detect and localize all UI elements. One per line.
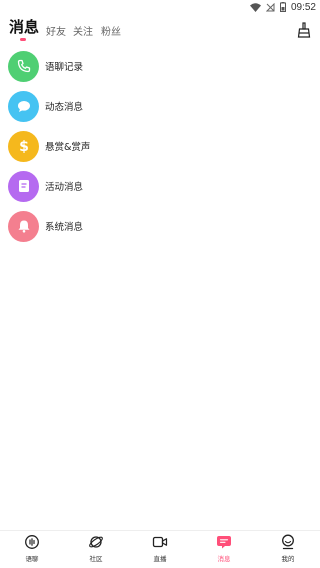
status-icons: 09:52 (249, 1, 316, 13)
video-camera-icon (152, 536, 168, 548)
bell-icon (8, 210, 39, 242)
list-item-activity-messages[interactable]: 动态消息 (0, 86, 320, 126)
nav-item-voice-chat[interactable]: 语聊 (12, 534, 52, 566)
nav-label: 社区 (89, 555, 103, 563)
nav-label: 直播 (153, 555, 167, 563)
nav-item-live[interactable]: 直播 (140, 534, 180, 566)
bottom-nav: 语聊 社区 直播 消息 我的 (0, 530, 320, 568)
list-item-label: 系统消息 (45, 222, 84, 233)
nav-label: 语聊 (25, 555, 39, 563)
header: 消息 好友 关注 粉丝 (0, 14, 320, 46)
chat-bubble-icon (8, 90, 39, 122)
planet-icon (89, 536, 103, 548)
message-icon (217, 536, 231, 549)
no-signal-icon (265, 2, 275, 11)
message-category-list: 语聊记录 动态消息 $ 悬赏&赏声 活动消息 系统消息 (0, 46, 320, 246)
voice-chat-icon (25, 535, 39, 549)
wifi-icon (249, 2, 261, 12)
nav-item-messages[interactable]: 消息 (204, 534, 244, 566)
list-item-event-messages[interactable]: 活动消息 (0, 166, 320, 206)
profile-icon (282, 534, 294, 550)
tab-messages[interactable]: 消息 (9, 16, 39, 37)
tab-friends[interactable]: 好友 (46, 23, 66, 38)
nav-item-profile[interactable]: 我的 (268, 534, 308, 566)
dollar-icon: $ (8, 130, 39, 162)
list-item-label: 悬赏&赏声 (45, 142, 91, 153)
phone-icon (8, 50, 39, 82)
list-item-voice-chat-records[interactable]: 语聊记录 (0, 46, 320, 86)
nav-item-community[interactable]: 社区 (76, 534, 116, 566)
list-item-label: 活动消息 (45, 182, 84, 193)
svg-text:$: $ (19, 139, 29, 154)
active-tab-indicator (20, 38, 26, 41)
battery-icon (279, 2, 286, 12)
list-item-bounty-rewards[interactable]: $ 悬赏&赏声 (0, 126, 320, 166)
list-item-label: 动态消息 (45, 102, 84, 113)
list-item-label: 语聊记录 (45, 62, 84, 73)
tab-fans[interactable]: 粉丝 (101, 23, 121, 38)
document-icon (8, 170, 39, 202)
status-time: 09:52 (290, 1, 316, 13)
nav-label: 我的 (281, 555, 295, 563)
tab-following[interactable]: 关注 (73, 23, 93, 38)
clear-broom-icon[interactable] (297, 22, 311, 38)
nav-label: 消息 (217, 555, 231, 563)
list-item-system-messages[interactable]: 系统消息 (0, 206, 320, 246)
status-bar: 09:52 (0, 0, 320, 14)
